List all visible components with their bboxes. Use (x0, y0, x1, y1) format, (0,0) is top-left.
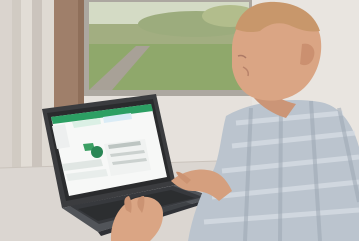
light-overlay (0, 0, 359, 241)
photo-illustration (0, 0, 359, 241)
photo (0, 0, 359, 241)
